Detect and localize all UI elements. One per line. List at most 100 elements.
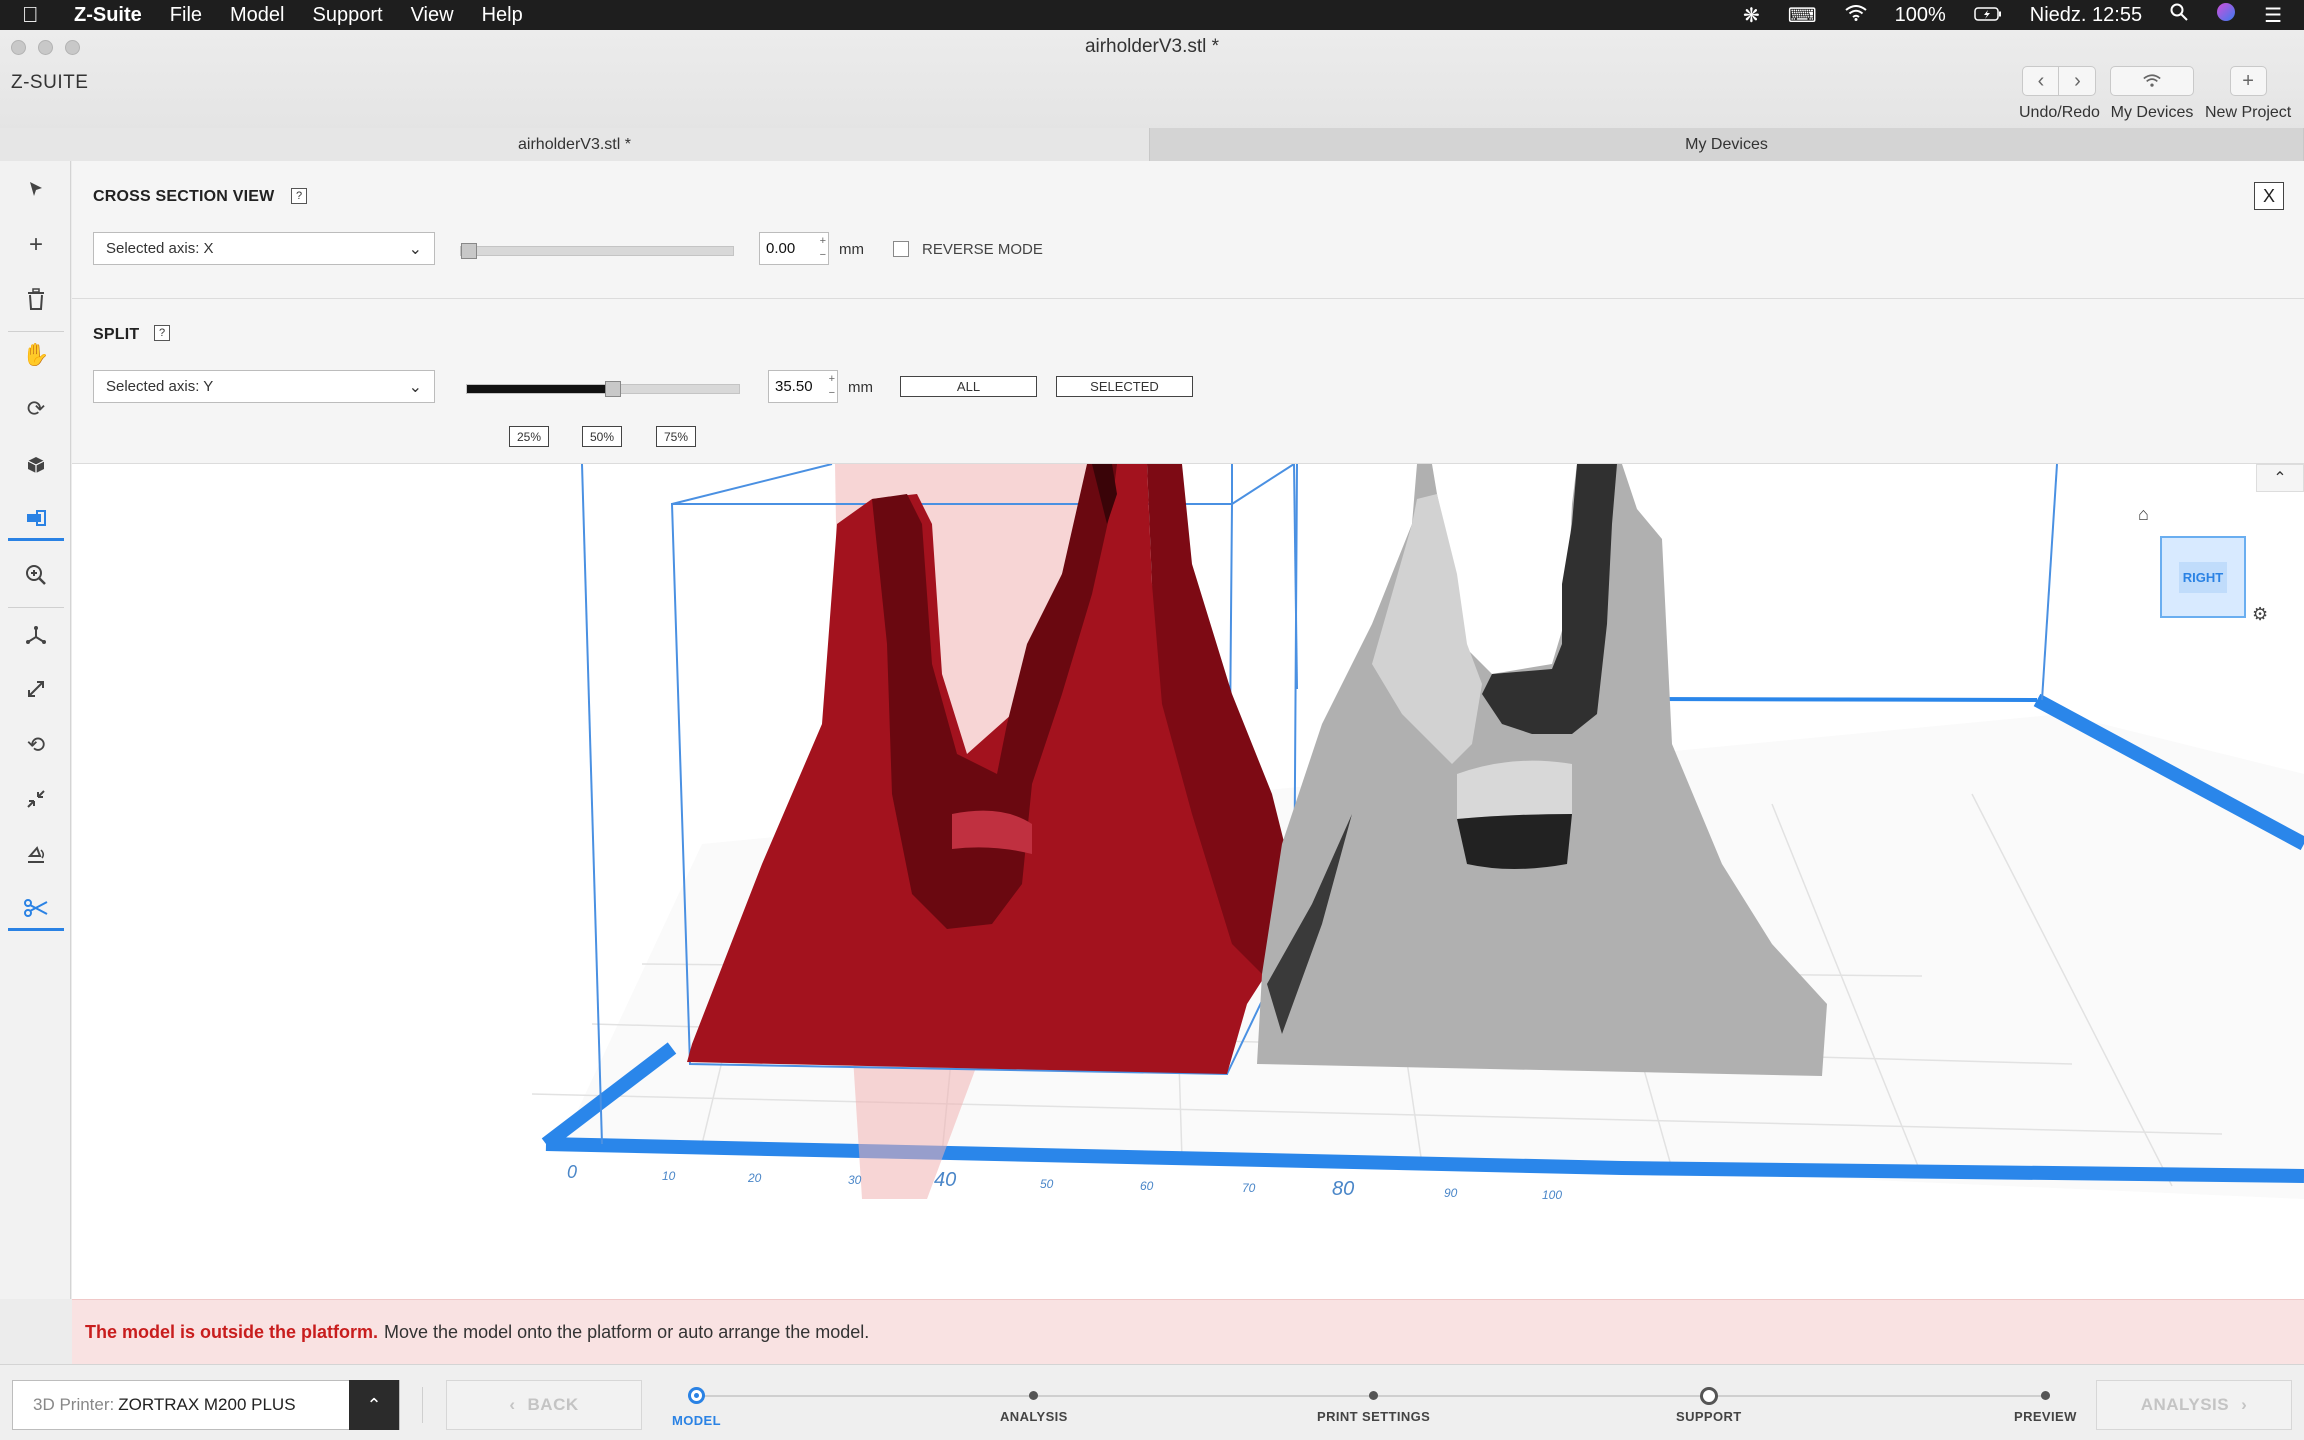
chevron-up-icon: ⌃ [2273, 470, 2287, 487]
cross-section-slider[interactable] [460, 243, 734, 259]
rotate-view-button[interactable]: ⟳ [8, 387, 64, 431]
axis-tick-0: 0 [567, 1162, 577, 1182]
stepper-icon[interactable]: + − [820, 234, 826, 262]
battery-percent: 100% [1894, 3, 1946, 26]
split-all-button[interactable]: ALL [900, 376, 1037, 397]
plus-icon: + [28, 231, 43, 258]
chevron-right-icon: › [2241, 1395, 2248, 1414]
my-devices-button[interactable] [2110, 66, 2194, 96]
spotlight-icon[interactable] [2170, 3, 2188, 27]
step-support[interactable]: SUPPORT [1676, 1387, 1742, 1424]
axis-tick-50: 50 [1040, 1177, 1054, 1191]
split-value: 35.50 [775, 378, 813, 395]
next-label: ANALYSIS [2140, 1395, 2230, 1414]
redo-button[interactable]: › [2059, 66, 2097, 96]
printer-selector[interactable]: 3D Printer: ZORTRAX M200 PLUS ⌃ [12, 1380, 400, 1430]
3d-viewport[interactable]: 0 10 20 30 40 50 60 70 80 90 100 ⌂ RIGHT… [72, 463, 2304, 1202]
viewport-settings-icon[interactable]: ⚙ [2252, 604, 2268, 625]
lock-icon [1699, 1387, 1718, 1405]
new-project-button[interactable]: + [2229, 66, 2267, 96]
pan-tool-button[interactable]: ✋ [8, 333, 64, 377]
printer-menu-toggle[interactable]: ⌃ [349, 1380, 399, 1430]
window-title: airholderV3.stl * [1084, 36, 1220, 57]
split-preset-50-button[interactable]: 50% [582, 426, 622, 447]
step-model[interactable]: MODEL [672, 1387, 721, 1428]
rotate-model-button[interactable]: ⟲ [8, 723, 64, 767]
menu-view[interactable]: View [411, 4, 454, 27]
control-center-icon[interactable]: ☰ [2264, 3, 2282, 28]
stepper-icon[interactable]: + − [829, 372, 835, 400]
new-project-group: + New Project [2205, 66, 2291, 122]
add-model-button[interactable]: + [8, 223, 64, 267]
app-logo: Z-SUITE [11, 72, 89, 93]
move-button[interactable] [8, 613, 64, 657]
delete-button[interactable] [8, 277, 64, 321]
axis-tick-30: 30 [848, 1173, 862, 1187]
printer-label: 3D Printer: [33, 1395, 115, 1414]
accessibility-icon[interactable]: ❋ [1743, 3, 1760, 28]
warning-banner: The model is outside the platform. Move … [72, 1299, 2304, 1364]
zoom-button[interactable] [8, 553, 64, 597]
scale-button[interactable] [8, 667, 64, 711]
view-cube[interactable]: RIGHT [2160, 536, 2246, 618]
menu-file[interactable]: File [170, 4, 202, 27]
tab-my-devices[interactable]: My Devices [1150, 128, 2304, 161]
printer-value: ZORTRAX M200 PLUS [118, 1395, 296, 1414]
split-preset-25-button[interactable]: 25% [509, 426, 549, 447]
back-button[interactable]: ‹ BACK [446, 1380, 642, 1430]
cross-section-help-button[interactable]: ? [291, 188, 307, 204]
view-cube-button[interactable] [8, 443, 64, 487]
step-label: PRINT SETTINGS [1317, 1409, 1431, 1424]
cross-section-value-input[interactable]: 0.00 + − [759, 232, 829, 265]
step-indicator [687, 1387, 705, 1404]
cross-section-axis-select[interactable]: Selected axis: X ⌄ [93, 232, 435, 265]
split-selected-button[interactable]: SELECTED [1056, 376, 1193, 397]
split-axis-select[interactable]: Selected axis: Y ⌄ [93, 370, 435, 403]
scene-canvas[interactable]: 0 10 20 30 40 50 60 70 80 90 100 [72, 463, 2304, 1202]
menu-clock[interactable]: Niedz. 12:55 [2030, 4, 2142, 27]
tab-project[interactable]: airholderV3.stl * [0, 128, 1150, 161]
split-help-button[interactable]: ? [154, 325, 170, 341]
trash-icon [28, 288, 44, 310]
wifi-icon[interactable] [1844, 4, 1867, 27]
next-analysis-button[interactable]: ANALYSIS › [2096, 1380, 2292, 1430]
close-panel-button[interactable]: X [2254, 182, 2284, 210]
step-preview[interactable]: PREVIEW [2014, 1387, 2077, 1424]
menu-help[interactable]: Help [482, 4, 523, 27]
menu-support[interactable]: Support [313, 4, 383, 27]
cross-section-slider-thumb[interactable] [461, 243, 477, 259]
split-preset-75-button[interactable]: 75% [656, 426, 696, 447]
toolbar-divider [8, 607, 64, 608]
chevron-left-icon: ‹ [509, 1395, 516, 1414]
keyboard-icon[interactable]: ⌨ [1788, 3, 1817, 28]
home-view-icon[interactable]: ⌂ [2138, 504, 2149, 525]
undo-button[interactable]: ‹ [2022, 66, 2060, 96]
chevron-down-icon: ⌄ [408, 241, 422, 258]
my-devices-group: My Devices [2110, 66, 2194, 122]
collapse-panels-button[interactable]: ⌃ [2256, 464, 2304, 492]
menu-model[interactable]: Model [230, 4, 284, 27]
new-project-label: New Project [2205, 104, 2292, 121]
place-on-face-button[interactable] [8, 833, 64, 877]
siri-icon[interactable] [2216, 2, 2236, 28]
split-button[interactable] [8, 887, 64, 931]
apple-icon[interactable]:  [22, 2, 52, 28]
split-value-input[interactable]: 35.50 + − [768, 370, 838, 403]
reverse-mode-checkbox[interactable] [893, 241, 909, 257]
axis-tick-100: 100 [1542, 1188, 1562, 1199]
split-slider[interactable] [466, 381, 740, 397]
menu-app-name[interactable]: Z-Suite [74, 4, 142, 27]
workspace: CROSS SECTION VIEW ? Selected axis: X ⌄ … [72, 161, 2304, 1299]
step-label: PREVIEW [2014, 1409, 2077, 1424]
step-print-settings[interactable]: PRINT SETTINGS [1317, 1387, 1430, 1424]
zoom-in-icon [26, 565, 46, 585]
view-cube-face-label: RIGHT [2178, 561, 2228, 593]
split-slider-thumb[interactable] [605, 381, 622, 397]
select-tool-button[interactable] [8, 167, 64, 211]
auto-arrange-button[interactable] [8, 777, 64, 821]
battery-icon[interactable] [1974, 4, 2002, 27]
bottom-divider [422, 1387, 423, 1423]
left-toolbar: + ✋ ⟳ ⟲ [0, 161, 71, 1299]
cross-section-button[interactable] [8, 497, 64, 541]
step-analysis[interactable]: ANALYSIS [1000, 1387, 1068, 1424]
